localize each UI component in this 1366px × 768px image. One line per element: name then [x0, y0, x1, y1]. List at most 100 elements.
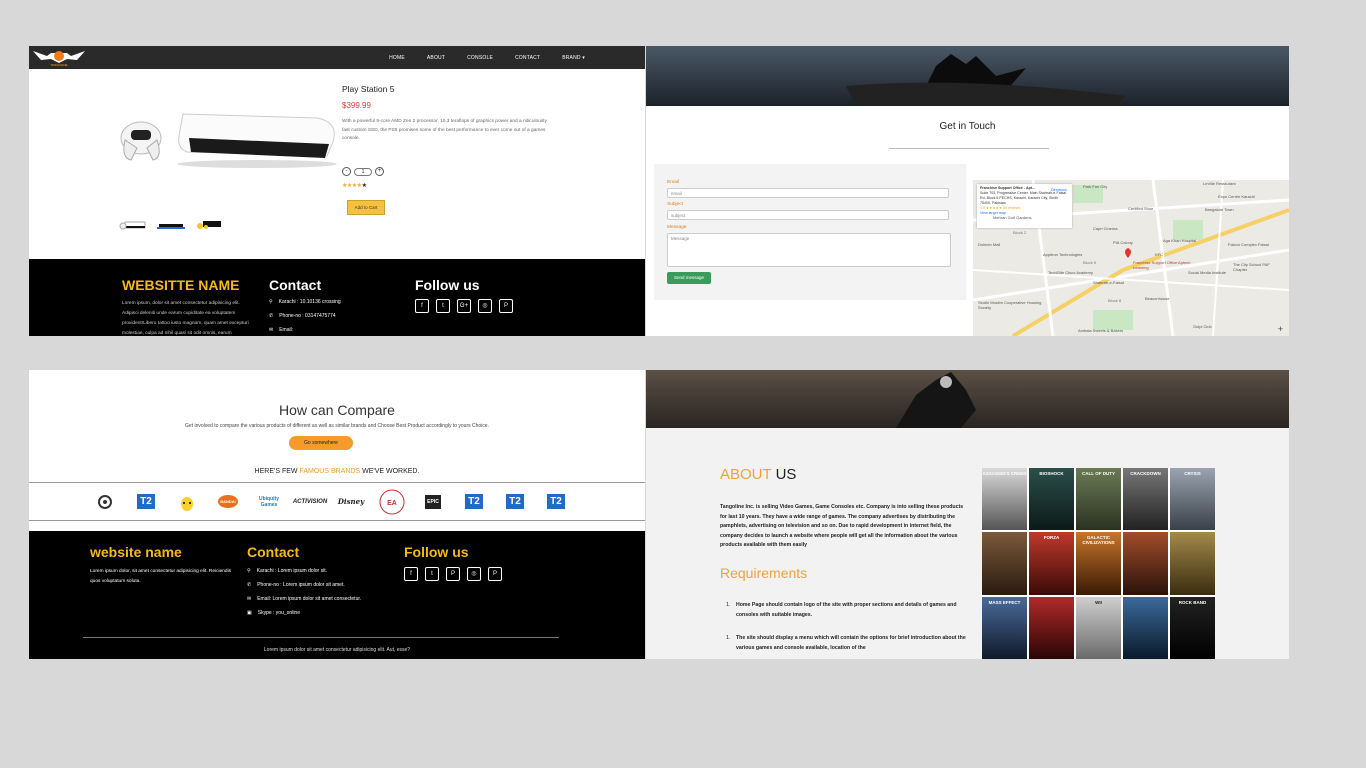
brand-logo-disney[interactable]: Disney [335, 488, 367, 515]
brand-logo-pikachu[interactable] [171, 488, 203, 515]
contact-phone-text: Phone-no : 03147475774 [279, 313, 336, 319]
facebook-icon[interactable]: f [404, 567, 418, 581]
game-cover: FORZA [1029, 532, 1074, 595]
divider [29, 520, 645, 521]
brand-logo-ea-sports[interactable]: EA [376, 488, 408, 515]
map-label: Sindhi Muslim Cooperative Housing Societ… [978, 300, 1042, 310]
nav-contact[interactable]: CONTACT [515, 55, 540, 61]
brand-logo-ubisoft[interactable] [89, 488, 121, 515]
about-title-b: US [775, 466, 797, 483]
map-label: Franchise Support Office Aptech Learning [1133, 260, 1191, 270]
nav-console[interactable]: CONSOLE [467, 55, 493, 61]
list-number: 1. [726, 635, 731, 642]
site-logo[interactable]: TANGOLINE [31, 47, 87, 67]
map-label: Mehran Golf Gardens [993, 215, 1032, 220]
footer-site-name: WEBSITTE NAME [122, 277, 240, 293]
contact-email-text: Email: Lorem ipsum dolor sit amet consec… [257, 596, 362, 602]
subject-field[interactable]: subject [667, 210, 949, 220]
qty-minus-button[interactable]: - [342, 167, 351, 176]
facebook-icon[interactable]: f [415, 299, 429, 313]
game-cover [1170, 532, 1215, 595]
game-covers-collage: ASSASSIN'S CREED BIOSHOCK CALL OF DUTY C… [982, 468, 1215, 659]
brand-logo-activision[interactable]: ACTIVISION [293, 488, 327, 515]
brands-heading: HERE'S FEW FAMOUS BRANDS WE'VE WORKED. [29, 468, 645, 475]
map-label: Shahrah-e-Faisal [1093, 280, 1124, 285]
social-links: f t P ◎ P [404, 567, 502, 581]
game-cover: CALL OF DUTY [1076, 468, 1121, 531]
map-label: Bangalore Town [1205, 207, 1234, 212]
qty-plus-button[interactable]: + [375, 167, 384, 176]
map-label: Gulpi Club [1193, 324, 1212, 329]
social-links: f t G+ ◎ P [415, 299, 513, 313]
google-plus-icon[interactable]: G+ [457, 299, 471, 313]
go-somewhere-button[interactable]: Go somewhere [289, 436, 353, 450]
map-label: Certified Shoe [1128, 206, 1154, 211]
google-map[interactable]: Franchise Support Office - Apt... Suite … [973, 180, 1289, 336]
game-cover [1123, 596, 1168, 659]
brand-logo-ubiquity[interactable]: Ubiquity Games [253, 488, 285, 515]
add-to-cart-button[interactable]: Add to Cart [347, 200, 385, 215]
thumbnail-2[interactable] [157, 218, 185, 232]
email-icon: ✉ [247, 596, 252, 602]
about-text: Tangoline Inc. is selling Video Games, G… [720, 504, 964, 549]
map-label: Block 8 [1108, 298, 1122, 303]
game-cover: ASSASSIN'S CREED [982, 468, 1027, 531]
nav-about[interactable]: ABOUT [427, 55, 445, 61]
map-label: Block 6 [1083, 260, 1097, 265]
brand-logo-epic-games[interactable]: EPIC [417, 488, 449, 515]
brand-logo-t2[interactable]: T2 [499, 488, 531, 515]
hero-banner-image [646, 370, 1289, 428]
hero-banner-image [646, 46, 1289, 106]
twitter-icon[interactable]: t [436, 299, 450, 313]
footer: WEBSITTE NAME Lorem ipsum, dolor sit ame… [29, 259, 645, 336]
send-message-button[interactable]: Send message [667, 272, 711, 284]
contact-email: ✉ Email: Lorem ipsum dolor sit amet conse… [247, 596, 361, 602]
map-label: Block 2 [1013, 230, 1027, 235]
qty-value[interactable]: 1 [354, 167, 372, 176]
footer-contact-title: Contact [247, 544, 300, 560]
compare-page-screenshot: How can Compare Get involved to compare … [29, 370, 645, 659]
brand-logo-t2[interactable]: T2 [540, 488, 572, 515]
contact-address: ⚲ Karachi : 10.10136 crossing [269, 299, 341, 305]
location-icon: ⚲ [269, 299, 273, 305]
message-field[interactable]: Message [667, 233, 951, 267]
subject-label: Subject [667, 202, 683, 207]
map-label: Social Media Institute [1188, 270, 1227, 275]
game-cover: ROCK BAND [1170, 596, 1215, 659]
pinterest-icon[interactable]: P [446, 567, 460, 581]
pinterest-icon[interactable]: P [499, 299, 513, 313]
brand-logo-t2[interactable]: T2 [458, 488, 490, 515]
directions-link[interactable]: Directions [1051, 188, 1067, 192]
map-label: Park Fun City [1083, 184, 1108, 189]
thumbnail-1[interactable] [119, 218, 147, 232]
product-page-screenshot: TANGOLINE HOME ABOUT CONSOLE CONTACT BRA… [29, 46, 645, 336]
divider [29, 482, 645, 483]
map-label: Beaconhouse [1145, 296, 1170, 301]
contact-skype-text: Skype : you_online [257, 610, 300, 616]
nav-home[interactable]: HOME [389, 55, 405, 61]
email-icon: ✉ [269, 327, 274, 333]
game-cover: WII [1076, 596, 1121, 659]
map-label: PIA Colony [1113, 240, 1133, 245]
map-label: TechElite Cisco Academy [1048, 270, 1093, 275]
page-subtitle: Get involved to compare the various prod… [185, 423, 489, 429]
twitter-icon[interactable]: t [425, 567, 439, 581]
instagram-icon[interactable]: ◎ [467, 567, 481, 581]
game-cover: CRACKDOWN [1123, 468, 1168, 531]
brands-heading-highlight: FAMOUS BRANDS [299, 468, 361, 475]
game-cover [1123, 532, 1168, 595]
brand-logo-bandai-namco[interactable]: BANDAI [212, 488, 244, 515]
brand-logo-t2[interactable]: T2 [130, 488, 162, 515]
thumbnail-3[interactable] [195, 218, 223, 232]
map-label: KFC [1155, 252, 1163, 257]
contact-address-text: Karachi : Lorem ipsum dolor sit. [256, 568, 327, 574]
pinterest-icon[interactable]: P [488, 567, 502, 581]
nav-brand-dropdown[interactable]: BRAND ▾ [562, 55, 585, 61]
nav-links: HOME ABOUT CONSOLE CONTACT BRAND ▾ [367, 46, 585, 69]
email-field[interactable]: email [667, 188, 949, 198]
product-thumbnails [119, 218, 223, 232]
zoom-in-button[interactable]: + [1278, 324, 1283, 334]
instagram-icon[interactable]: ◎ [478, 299, 492, 313]
contact-form: Email email Subject subject Message Mess… [654, 164, 966, 300]
email-label: Email [667, 180, 679, 185]
